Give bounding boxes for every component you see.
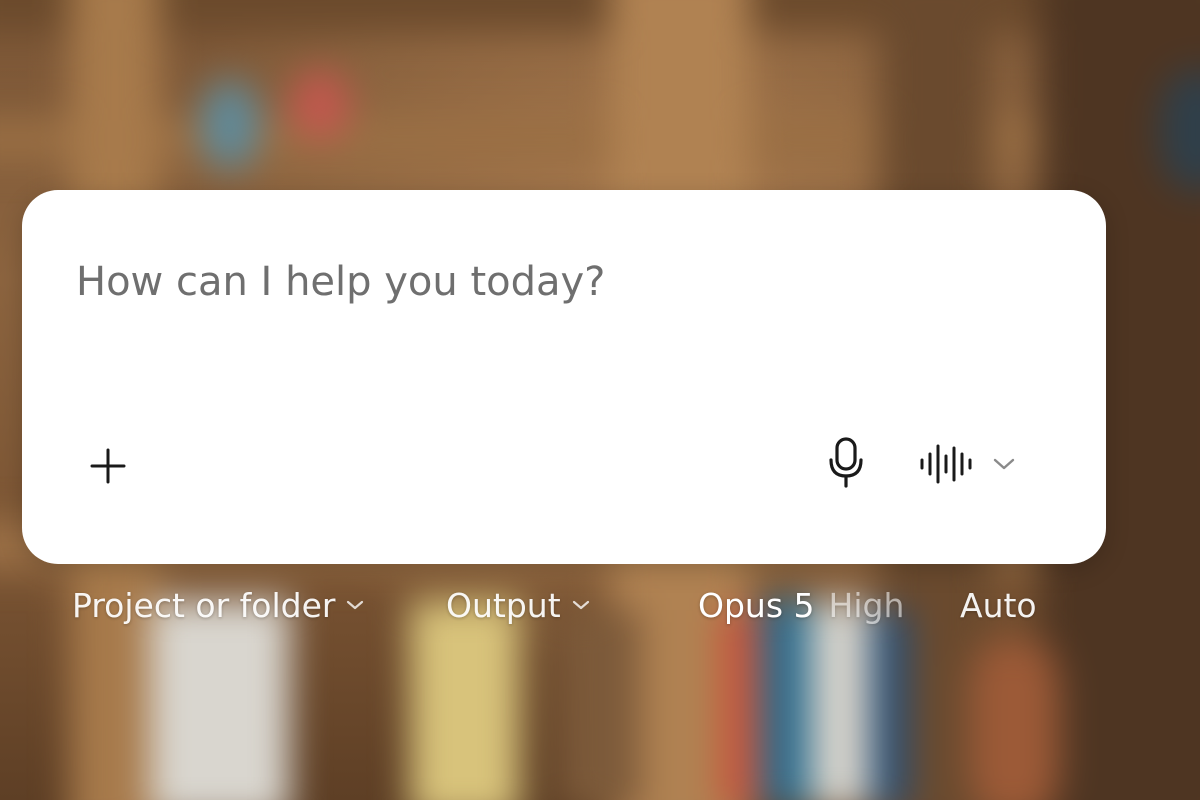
prompt-input[interactable] <box>76 242 1036 322</box>
mode-selector[interactable]: Auto <box>960 580 1037 630</box>
chevron-down-icon <box>345 598 365 612</box>
output-label: Output <box>446 585 561 625</box>
effort-level: High <box>828 585 905 625</box>
dictation-button[interactable] <box>820 434 872 494</box>
microphone-icon <box>826 436 866 492</box>
project-folder-label: Project or folder <box>72 585 336 625</box>
add-attachment-button[interactable] <box>82 442 134 494</box>
prompt-composer <box>22 190 1106 564</box>
chevron-down-icon <box>571 598 591 612</box>
output-dropdown[interactable]: Output <box>446 580 591 630</box>
model-selector[interactable]: Opus 5 High <box>698 580 904 630</box>
voice-mode-button[interactable] <box>920 438 1015 490</box>
plus-icon <box>88 446 128 490</box>
audio-waveform-icon <box>918 442 978 486</box>
chevron-down-icon[interactable] <box>992 456 1016 472</box>
model-name: Opus 5 <box>698 585 815 625</box>
composer-options-row: Project or folder Output Opus 5 High Aut… <box>0 580 1200 630</box>
project-folder-dropdown[interactable]: Project or folder <box>72 580 365 630</box>
mode-label: Auto <box>960 585 1037 625</box>
